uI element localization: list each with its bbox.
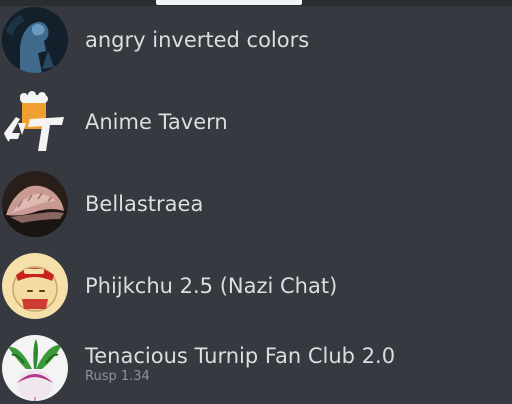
server-item-tenacious-turnip[interactable]: Tenacious Turnip Fan Club 2.0 Rusp 1.34 bbox=[0, 328, 512, 404]
server-text: Anime Tavern bbox=[85, 109, 228, 135]
server-name: Tenacious Turnip Fan Club 2.0 bbox=[85, 344, 396, 368]
bellastraea-avatar-icon bbox=[2, 171, 68, 237]
server-text: Tenacious Turnip Fan Club 2.0 Rusp 1.34 bbox=[85, 343, 395, 385]
server-name: Phijkchu 2.5 (Nazi Chat) bbox=[85, 274, 338, 298]
anime-tavern-avatar-icon bbox=[2, 89, 68, 155]
phijkchu-avatar-icon bbox=[2, 253, 68, 319]
server-list-screen: angry inverted colors Anime Tavern Bella… bbox=[0, 0, 512, 404]
server-name: angry inverted colors bbox=[85, 28, 310, 52]
inverted-colors-avatar-icon bbox=[2, 7, 68, 73]
server-name: Anime Tavern bbox=[85, 110, 228, 134]
turnip-avatar-icon bbox=[2, 335, 68, 401]
server-text: Phijkchu 2.5 (Nazi Chat) bbox=[85, 273, 337, 299]
server-item-angry-inverted-colors[interactable]: angry inverted colors bbox=[0, 0, 512, 80]
server-item-bellastraea[interactable]: Bellastraea bbox=[0, 164, 512, 244]
server-item-phijkchu[interactable]: Phijkchu 2.5 (Nazi Chat) bbox=[0, 246, 512, 326]
server-item-anime-tavern[interactable]: Anime Tavern bbox=[0, 82, 512, 162]
server-text: angry inverted colors bbox=[85, 27, 309, 53]
server-text: Bellastraea bbox=[85, 191, 203, 217]
server-subtitle: Rusp 1.34 bbox=[85, 369, 150, 384]
server-name: Bellastraea bbox=[85, 192, 204, 216]
